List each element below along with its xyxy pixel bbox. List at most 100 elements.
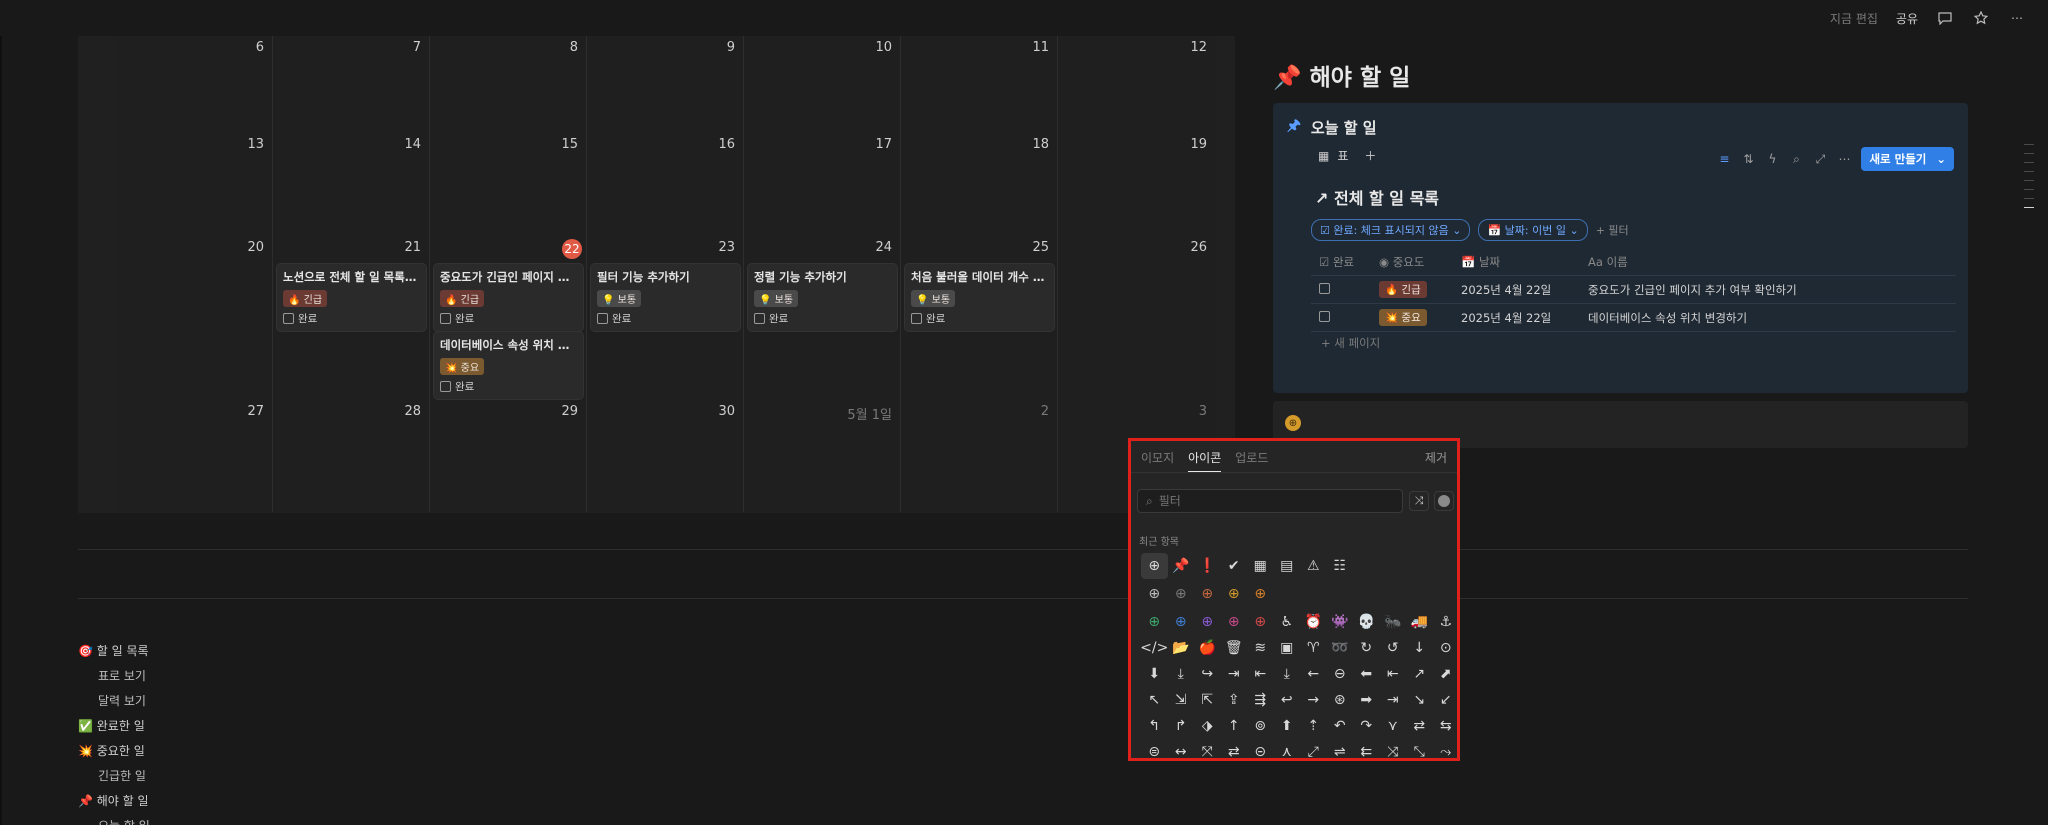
picker-icon[interactable]: ⋎ xyxy=(1380,713,1407,739)
picker-icon[interactable]: 🐜 xyxy=(1380,609,1407,635)
picker-icon[interactable]: ⊕ xyxy=(1221,609,1248,635)
picker-icon[interactable]: ❗ xyxy=(1194,553,1221,579)
picker-icon[interactable]: ☷ xyxy=(1327,553,1354,579)
picker-icon[interactable]: ⊕ xyxy=(1194,609,1221,635)
sort-icon[interactable]: ⇅ xyxy=(1741,152,1755,166)
picker-icon[interactable]: </> xyxy=(1140,635,1168,661)
picker-icon[interactable]: ⇇ xyxy=(1353,739,1380,765)
table-row[interactable]: 🔥 긴급 2025년 4월 22일 중요도가 긴급인 페이지 추가 여부 확인하기 xyxy=(1311,276,1956,304)
scroll-outline[interactable] xyxy=(2024,144,2034,208)
picker-icon[interactable]: 👾 xyxy=(1327,609,1354,635)
done-cell[interactable] xyxy=(1311,310,1371,325)
calendar-day[interactable]: 30 xyxy=(587,400,744,512)
picker-icon[interactable]: ⊕ xyxy=(1247,581,1274,607)
checkbox-icon[interactable] xyxy=(911,313,922,324)
calendar-day[interactable]: 22 중요도가 긴급인 페이지 추... 🔥 긴급 완료 데이터베이스 속성 위치 변.… xyxy=(430,236,587,400)
picker-icon[interactable]: ⤓ xyxy=(1168,661,1195,687)
priority-cell[interactable]: 💥 중요 xyxy=(1371,309,1453,326)
picker-icon[interactable]: ⬇ xyxy=(1141,661,1168,687)
picker-icon[interactable]: ⬗ xyxy=(1194,713,1221,739)
toc-item[interactable]: 🎯 할 일 목록 xyxy=(78,638,150,663)
picker-icon[interactable]: 📌 xyxy=(1168,553,1195,579)
event-card[interactable]: 필터 기능 추가하기 💡 보통 완료 xyxy=(591,264,740,331)
picker-icon[interactable]: ⇆ xyxy=(1433,713,1460,739)
view-tab-table[interactable]: 표 xyxy=(1337,147,1348,164)
date-cell[interactable]: 2025년 4월 22일 xyxy=(1453,282,1580,298)
picker-icon[interactable]: 🚚 xyxy=(1406,609,1433,635)
event-card[interactable]: 중요도가 긴급인 페이지 추... 🔥 긴급 완료 xyxy=(434,264,583,331)
checkbox-icon[interactable] xyxy=(440,381,451,392)
toc-item[interactable]: 💥 중요한 일 xyxy=(78,738,150,763)
table-row[interactable]: 💥 중요 2025년 4월 22일 데이터베이스 속성 위치 변경하기 xyxy=(1311,304,1956,332)
picker-icon[interactable]: ▦ xyxy=(1247,553,1274,579)
toc-item[interactable]: 📌 해야 할 일 xyxy=(78,788,150,813)
checkbox-icon[interactable] xyxy=(283,313,294,324)
picker-icon[interactable]: ⇪ xyxy=(1221,687,1248,713)
picker-icon[interactable]: ⤓ xyxy=(1274,661,1301,687)
picker-icon[interactable]: ⊛ xyxy=(1327,687,1354,713)
event-card[interactable]: 정렬 기능 추가하기 💡 보통 완료 xyxy=(748,264,897,331)
picker-icon[interactable]: ⤡ xyxy=(1406,739,1433,765)
new-page-button[interactable]: + 새 페이지 xyxy=(1321,335,1380,351)
done-checkbox[interactable]: 완료 xyxy=(754,311,891,326)
picker-icon[interactable]: ▣ xyxy=(1274,635,1301,661)
picker-icon[interactable]: ↘ xyxy=(1406,687,1433,713)
picker-icon[interactable]: ⇶ xyxy=(1247,687,1274,713)
picker-icon[interactable]: ⬈ xyxy=(1433,661,1460,687)
event-card[interactable]: 노션으로 전체 할 일 목록 만... 🔥 긴급 완료 xyxy=(277,264,426,331)
new-button[interactable]: 새로 만들기 ⌄ xyxy=(1861,147,1954,171)
picker-icon[interactable]: ⊜ xyxy=(1141,739,1168,765)
picker-icon[interactable]: ⇄ xyxy=(1406,713,1433,739)
name-cell[interactable]: 데이터베이스 속성 위치 변경하기 xyxy=(1580,310,1956,326)
search-input[interactable] xyxy=(1158,494,1359,508)
selected-icon[interactable]: ⊕ xyxy=(1285,415,1301,431)
picker-icon[interactable]: ↗ xyxy=(1406,661,1433,687)
picker-icon[interactable]: ⚓ xyxy=(1433,609,1460,635)
calendar-day[interactable]: 23 필터 기능 추가하기 💡 보통 완료 xyxy=(587,236,744,400)
picker-icon[interactable]: ↶ xyxy=(1327,713,1354,739)
picker-icon[interactable]: ⤳ xyxy=(1433,739,1460,765)
calendar-day[interactable]: 13 xyxy=(116,133,273,236)
column-header[interactable]: ◉ 중요도 xyxy=(1371,254,1453,270)
calendar-day[interactable]: 26 xyxy=(1058,236,1215,400)
picker-tab[interactable]: 아이콘 xyxy=(1188,449,1222,473)
picker-icon[interactable]: ⊚ xyxy=(1247,713,1274,739)
chevron-down-icon[interactable]: ⌄ xyxy=(1936,152,1946,166)
more-icon[interactable]: ⋯ xyxy=(2008,9,2026,27)
remove-button[interactable]: 제거 xyxy=(1425,449,1447,466)
picker-icon[interactable]: ↑ xyxy=(1221,713,1248,739)
calendar-day[interactable]: 21 노션으로 전체 할 일 목록 만... 🔥 긴급 완료 xyxy=(273,236,430,400)
picker-icon[interactable]: 📂 xyxy=(1168,635,1195,661)
picker-icon[interactable]: ⬆ xyxy=(1274,713,1301,739)
picker-icon[interactable]: ⇤ xyxy=(1247,661,1274,687)
picker-icon[interactable]: ⚠ xyxy=(1300,553,1327,579)
calendar-day[interactable]: 7 xyxy=(273,36,430,133)
picker-icon[interactable]: ⇄ xyxy=(1221,739,1248,765)
picker-icon[interactable]: ♿ xyxy=(1274,609,1301,635)
calendar-day[interactable]: 20 xyxy=(116,236,273,400)
picker-icon[interactable]: ↷ xyxy=(1353,713,1380,739)
picker-icon[interactable]: ⊕ xyxy=(1141,553,1168,579)
picker-icon[interactable]: ⤢ xyxy=(1300,739,1327,765)
picker-icon[interactable]: ↱ xyxy=(1168,713,1195,739)
toc-item[interactable]: ✅ 완료한 일 xyxy=(78,713,150,738)
picker-tab[interactable]: 이모지 xyxy=(1141,449,1174,473)
calendar-day[interactable]: 27 xyxy=(116,400,273,512)
done-checkbox[interactable]: 완료 xyxy=(283,311,420,326)
picker-icon[interactable]: ⇡ xyxy=(1300,713,1327,739)
filter-icon[interactable]: ≡ xyxy=(1717,152,1731,166)
calendar-day[interactable]: 11 xyxy=(901,36,1058,133)
calendar-day[interactable]: 19 xyxy=(1058,133,1215,236)
picker-icon[interactable]: ➡ xyxy=(1353,687,1380,713)
picker-tab[interactable]: 업로드 xyxy=(1235,449,1268,473)
add-filter-button[interactable]: + 필터 xyxy=(1596,222,1629,238)
picker-icon[interactable]: ↩ xyxy=(1274,687,1301,713)
picker-icon[interactable]: ↪ xyxy=(1194,661,1221,687)
priority-cell[interactable]: 🔥 긴급 xyxy=(1371,281,1453,298)
picker-icon[interactable]: ⊕ xyxy=(1141,609,1168,635)
picker-icon[interactable]: ⊙ xyxy=(1433,635,1460,661)
picker-icon[interactable]: ⤨ xyxy=(1380,739,1407,765)
checkbox-icon[interactable] xyxy=(597,313,608,324)
done-checkbox[interactable]: 완료 xyxy=(440,311,577,326)
toc-item[interactable]: 달력 보기 xyxy=(78,688,150,713)
